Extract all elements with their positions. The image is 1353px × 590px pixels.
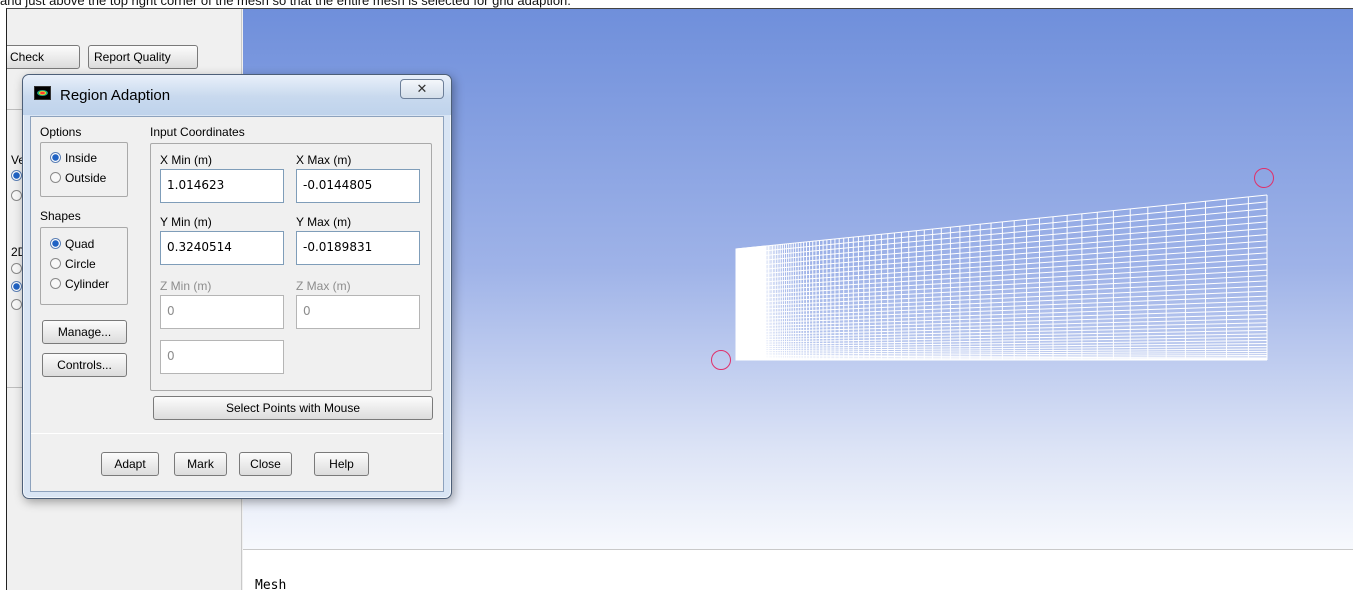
selection-point-marker — [711, 350, 731, 370]
report-quality-button[interactable]: Report Quality — [88, 45, 198, 69]
console-pane[interactable]: Mesh — [243, 549, 1353, 590]
panel-radio[interactable] — [11, 170, 22, 181]
shapes-group: Quad Circle Cylinder — [40, 227, 128, 305]
radio-selected-icon — [50, 152, 61, 163]
radius-input[interactable]: 0 — [160, 340, 284, 374]
option-outside-radio[interactable]: Outside — [50, 171, 106, 185]
x-min-input[interactable]: 1.014623 — [160, 169, 284, 203]
region-adaption-dialog: Region Adaption ✕ Options Inside Outside… — [22, 74, 452, 499]
dialog-client-area: Options Inside Outside Shapes Quad Circl… — [30, 116, 444, 492]
y-min-input[interactable]: 0.3240514 — [160, 231, 284, 265]
selection-point-marker — [1254, 168, 1274, 188]
y-min-label: Y Min (m) — [160, 215, 212, 229]
options-label: Options — [40, 125, 82, 139]
radio-unselected-icon — [50, 278, 61, 289]
shape-circle-radio[interactable]: Circle — [50, 257, 96, 271]
y-max-label: Y Max (m) — [296, 215, 352, 229]
console-output: Mesh — [255, 578, 287, 590]
mesh-line — [735, 208, 1268, 259]
shape-cylinder-radio[interactable]: Cylinder — [50, 277, 109, 291]
radio-unselected-icon — [50, 258, 61, 269]
options-group: Inside Outside — [40, 142, 128, 197]
dialog-separator — [31, 433, 443, 434]
adapt-button[interactable]: Adapt — [101, 452, 159, 476]
dialog-title: Region Adaption — [60, 87, 171, 104]
option-inside-radio[interactable]: Inside — [50, 151, 97, 165]
shape-quad-radio[interactable]: Quad — [50, 237, 94, 251]
application-window: Check Report Quality Ve 2D Mesh Region A… — [6, 8, 1353, 590]
caption-text: and just above the top right corner of t… — [0, 0, 571, 8]
z-min-input[interactable]: 0 — [160, 295, 284, 329]
close-icon[interactable]: ✕ — [400, 79, 444, 99]
manage-button[interactable]: Manage... — [42, 320, 127, 344]
check-button[interactable]: Check — [7, 45, 80, 69]
x-max-label: X Max (m) — [296, 153, 352, 167]
panel-radio[interactable] — [11, 299, 22, 310]
input-coordinates-label: Input Coordinates — [150, 125, 245, 139]
radio-unselected-icon — [50, 172, 61, 183]
radio-selected-icon — [50, 238, 61, 249]
x-min-label: X Min (m) — [160, 153, 212, 167]
mesh-line — [735, 201, 1268, 255]
y-max-input[interactable]: -0.0189831 — [296, 231, 420, 265]
panel-radio[interactable] — [11, 190, 22, 201]
close-button[interactable]: Close — [239, 452, 292, 476]
fluent-app-icon — [34, 86, 51, 100]
controls-button[interactable]: Controls... — [42, 353, 127, 377]
panel-radio[interactable] — [11, 263, 22, 274]
help-button[interactable]: Help — [314, 452, 369, 476]
z-min-label: Z Min (m) — [160, 279, 212, 293]
x-max-input[interactable]: -0.0144805 — [296, 169, 420, 203]
select-points-with-mouse-button[interactable]: Select Points with Mouse — [153, 396, 433, 420]
shapes-label: Shapes — [40, 209, 81, 223]
z-max-label: Z Max (m) — [296, 279, 351, 293]
dialog-titlebar[interactable]: Region Adaption ✕ — [23, 75, 451, 115]
z-max-input[interactable]: 0 — [296, 295, 420, 329]
mark-button[interactable]: Mark — [174, 452, 227, 476]
panel-radio[interactable] — [11, 281, 22, 292]
